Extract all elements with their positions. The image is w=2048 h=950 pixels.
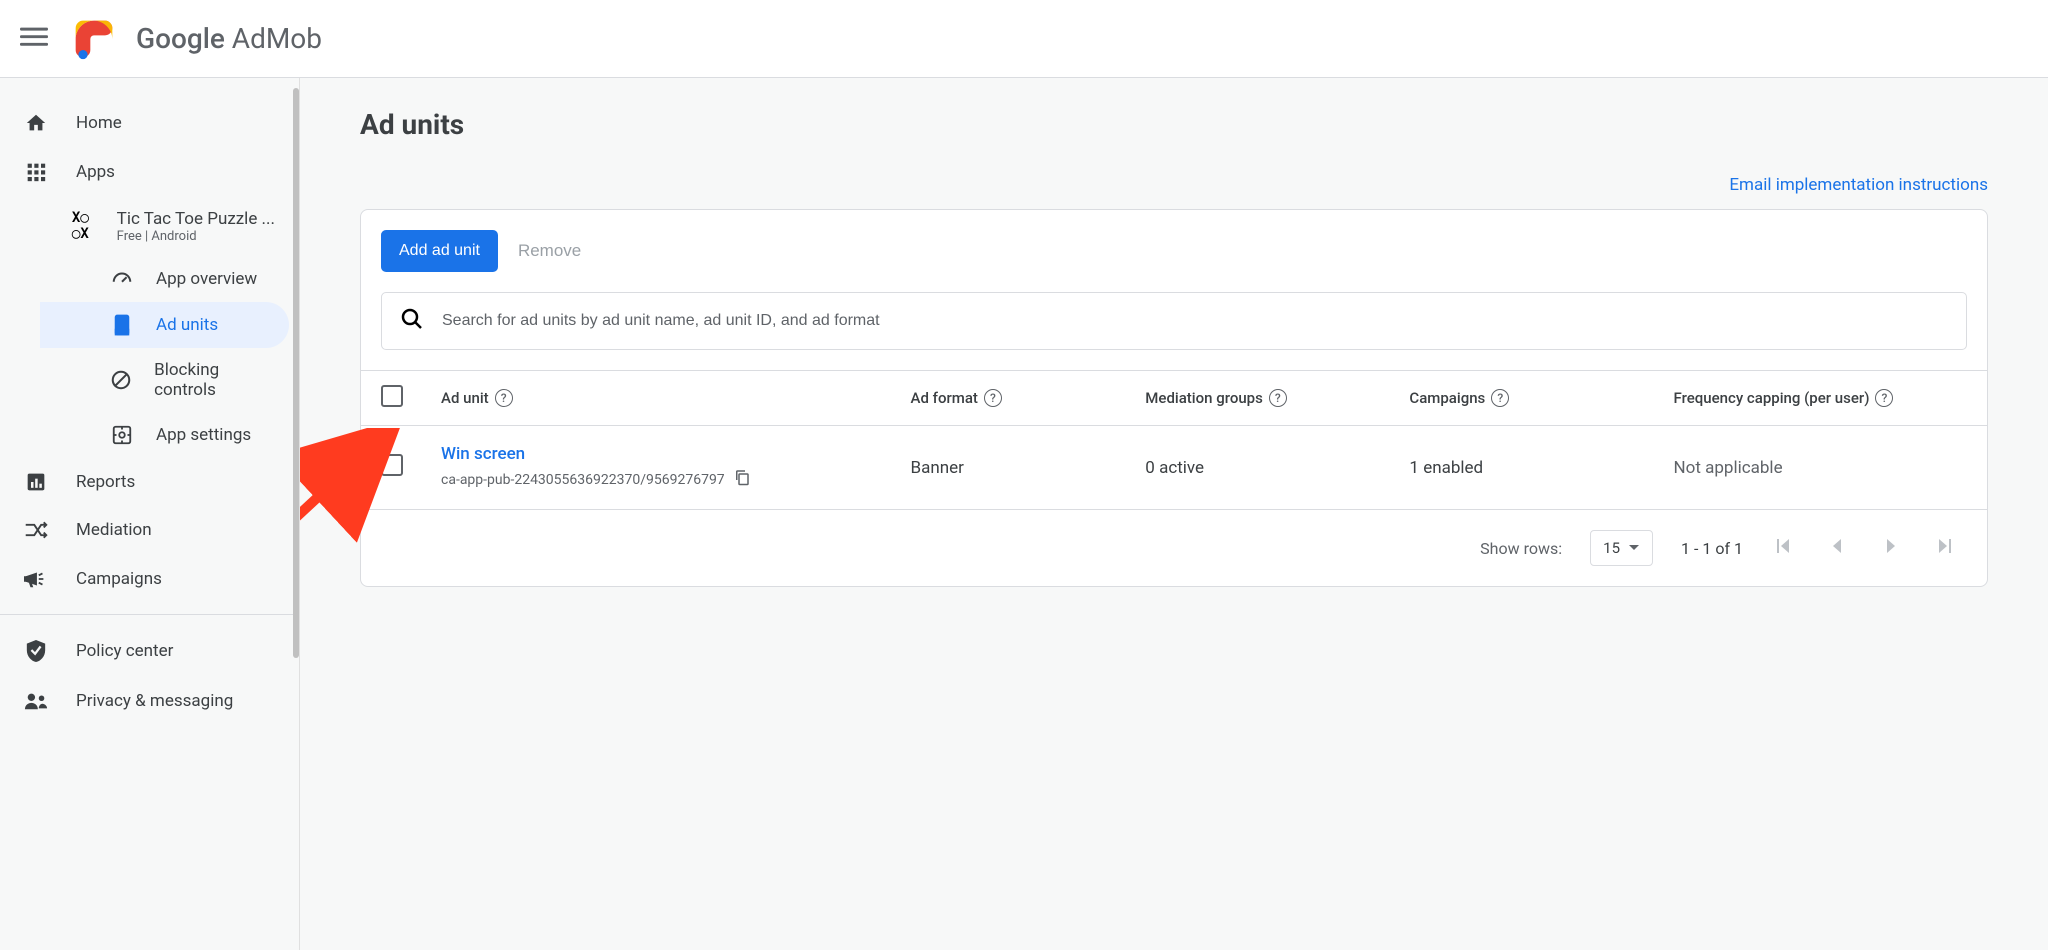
help-icon[interactable]: ? xyxy=(1269,389,1287,407)
main-content: Ad units Email implementation instructio… xyxy=(300,78,2048,950)
page-range: 1 - 1 of 1 xyxy=(1681,539,1743,558)
ad-units-card: Add ad unit Remove Ad unit? Ad format? M… xyxy=(360,209,1988,587)
help-icon[interactable]: ? xyxy=(1875,389,1893,407)
shield-icon xyxy=(24,639,48,663)
admob-logo-icon xyxy=(72,17,116,61)
show-rows-label: Show rows: xyxy=(1480,539,1562,558)
cell-campaigns: 1 enabled xyxy=(1409,458,1673,478)
next-page-icon[interactable] xyxy=(1879,534,1903,562)
cell-format: Banner xyxy=(911,458,1146,478)
sidebar-label: Privacy & messaging xyxy=(76,691,233,711)
menu-icon[interactable] xyxy=(20,23,48,55)
cell-freq: Not applicable xyxy=(1674,458,1967,478)
sidebar-item-adunits[interactable]: Ad units xyxy=(40,302,289,348)
sidebar: Home Apps X◯◯X Tic Tac Toe Puzzle ... Fr… xyxy=(0,78,300,950)
col-ad-unit: Ad unit xyxy=(441,389,489,407)
sidebar-item-mediation[interactable]: Mediation xyxy=(0,506,299,554)
sidebar-item-settings[interactable]: App settings xyxy=(40,412,299,458)
mediation-icon xyxy=(24,520,48,540)
table-header: Ad unit? Ad format? Mediation groups? Ca… xyxy=(361,370,1987,425)
scrollbar[interactable] xyxy=(293,88,299,658)
apps-icon xyxy=(24,162,48,182)
sidebar-label: App overview xyxy=(156,269,257,289)
product-name: Google AdMob xyxy=(136,22,322,55)
sidebar-label: Home xyxy=(76,113,122,133)
col-mediation: Mediation groups xyxy=(1145,389,1263,407)
first-page-icon[interactable] xyxy=(1771,534,1795,562)
sidebar-item-reports[interactable]: Reports xyxy=(0,458,299,506)
sidebar-item-policy[interactable]: Policy center xyxy=(0,625,299,677)
sidebar-label: App settings xyxy=(156,425,251,445)
header-bar: Google AdMob xyxy=(0,0,2048,78)
sidebar-item-home[interactable]: Home xyxy=(0,98,299,148)
sidebar-label: Ad units xyxy=(156,315,218,335)
remove-button[interactable]: Remove xyxy=(518,241,581,261)
sidebar-label: Reports xyxy=(76,472,135,492)
search-bar[interactable] xyxy=(381,292,1967,350)
col-ad-format: Ad format xyxy=(911,389,978,407)
page-title: Ad units xyxy=(360,108,1988,141)
rows-per-page-select[interactable]: 15 xyxy=(1590,530,1653,566)
sidebar-item-blocking[interactable]: Blocking controls xyxy=(40,348,299,412)
cell-mediation: 0 active xyxy=(1145,458,1409,478)
sidebar-current-app[interactable]: X◯◯X Tic Tac Toe Puzzle ... Free | Andro… xyxy=(40,196,299,256)
app-subtitle: Free | Android xyxy=(117,229,275,244)
col-campaigns: Campaigns xyxy=(1409,389,1485,407)
prev-page-icon[interactable] xyxy=(1825,534,1849,562)
sidebar-label: Campaigns xyxy=(76,569,162,589)
bar-chart-icon xyxy=(24,472,48,492)
block-icon xyxy=(110,369,132,391)
select-all-checkbox[interactable] xyxy=(381,385,403,407)
device-icon xyxy=(110,314,134,336)
email-instructions-link[interactable]: Email implementation instructions xyxy=(1729,175,1988,195)
gauge-icon xyxy=(110,268,134,290)
search-icon xyxy=(400,307,424,335)
home-icon xyxy=(24,112,48,134)
last-page-icon[interactable] xyxy=(1933,534,1957,562)
rows-value: 15 xyxy=(1603,539,1620,557)
help-icon[interactable]: ? xyxy=(984,389,1002,407)
divider xyxy=(0,614,299,615)
sidebar-item-privacy[interactable]: Privacy & messaging xyxy=(0,677,299,725)
sidebar-label: Policy center xyxy=(76,641,173,661)
copy-icon[interactable] xyxy=(733,468,751,491)
app-name: Tic Tac Toe Puzzle ... xyxy=(117,209,275,229)
settings-icon xyxy=(110,424,134,446)
help-icon[interactable]: ? xyxy=(495,389,513,407)
sidebar-label: Mediation xyxy=(76,520,152,540)
sidebar-item-campaigns[interactable]: Campaigns xyxy=(0,554,299,604)
table-row: Win screen ca-app-pub-2243055636922370/9… xyxy=(361,425,1987,509)
sidebar-label: Blocking controls xyxy=(154,360,275,400)
add-ad-unit-button[interactable]: Add ad unit xyxy=(381,230,498,272)
email-instructions-row: Email implementation instructions xyxy=(360,175,1988,195)
sidebar-label: Apps xyxy=(76,162,115,182)
row-checkbox[interactable] xyxy=(381,454,403,476)
pager: Show rows: 15 1 - 1 of 1 xyxy=(361,509,1987,586)
sidebar-item-apps[interactable]: Apps xyxy=(0,148,299,196)
ad-unit-id: ca-app-pub-2243055636922370/9569276797 xyxy=(441,472,725,488)
ad-units-table: Ad unit? Ad format? Mediation groups? Ca… xyxy=(361,370,1987,509)
chevron-down-icon xyxy=(1628,544,1640,552)
col-freq: Frequency capping (per user) xyxy=(1674,389,1870,407)
app-icon: X◯◯X xyxy=(64,206,97,246)
logo-group[interactable]: Google AdMob xyxy=(72,17,322,61)
search-input[interactable] xyxy=(442,312,1948,330)
sidebar-item-overview[interactable]: App overview xyxy=(40,256,299,302)
megaphone-icon xyxy=(24,568,48,590)
ad-unit-name-link[interactable]: Win screen xyxy=(441,444,911,464)
help-icon[interactable]: ? xyxy=(1491,389,1509,407)
people-icon xyxy=(24,691,48,711)
